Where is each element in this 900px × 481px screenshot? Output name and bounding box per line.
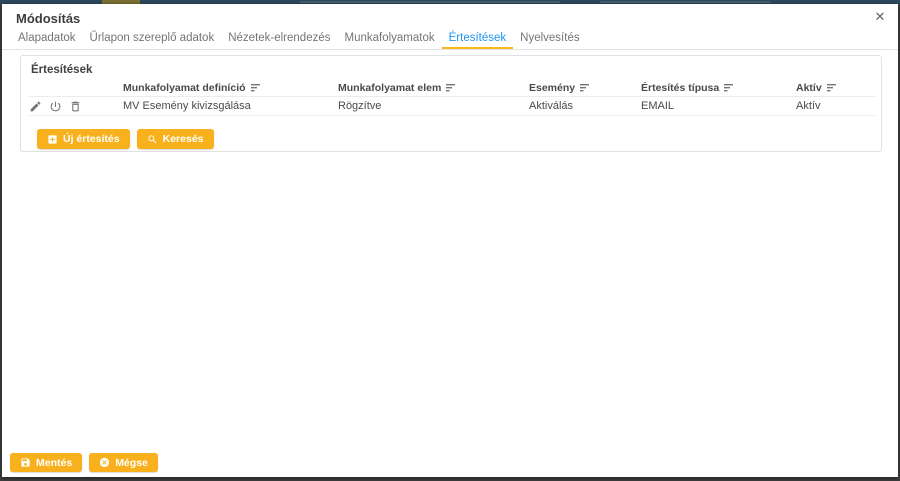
cell-ertesites-tipusa: EMAIL xyxy=(641,100,796,112)
search-button[interactable]: Keresés xyxy=(137,129,214,149)
cell-esemeny: Aktiválás xyxy=(529,100,641,112)
panel-title: Értesítések xyxy=(21,56,881,80)
circle-x-icon xyxy=(99,457,110,468)
sort-icon[interactable] xyxy=(580,84,590,92)
column-header-label: Aktív xyxy=(796,82,822,94)
column-header-aktiv: Aktív xyxy=(796,82,875,94)
cell-aktiv: Aktív xyxy=(796,100,875,112)
new-notification-label: Új értesítés xyxy=(63,133,120,145)
row-actions xyxy=(29,100,123,113)
cancel-button[interactable]: Mégse xyxy=(89,453,158,472)
new-notification-button[interactable]: Új értesítés xyxy=(37,129,130,149)
sort-icon[interactable] xyxy=(724,84,734,92)
tab-nezetek-elrendezes[interactable]: Nézetek-elrendezés xyxy=(221,28,337,49)
cell-munkafolyamat-elem: Rögzítve xyxy=(338,100,529,112)
tab-ertesitesek[interactable]: Értesítések xyxy=(442,28,514,49)
column-header-label: Munkafolyamat definíció xyxy=(123,82,246,94)
edit-pencil-icon[interactable] xyxy=(29,100,42,113)
tab-alapadatok[interactable]: Alapadatok xyxy=(11,28,83,49)
dialog-tab-bar: Alapadatok Űrlapon szereplő adatok Nézet… xyxy=(2,28,898,50)
dialog-footer-buttons: Mentés Mégse xyxy=(10,453,158,472)
column-header-label: Munkafolyamat elem xyxy=(338,82,441,94)
dialog-title: Módosítás xyxy=(16,11,80,26)
column-header-munkafolyamat-elem: Munkafolyamat elem xyxy=(338,82,529,94)
tab-munkafolyamatok[interactable]: Munkafolyamatok xyxy=(338,28,442,49)
column-header-munkafolyamat-definicio: Munkafolyamat definíció xyxy=(123,82,338,94)
table-row: MV Esemény kivizsgálása Rögzítve Aktivál… xyxy=(29,97,875,116)
column-header-ertesites-tipusa: Értesítés típusa xyxy=(641,82,796,94)
background-header-dash xyxy=(300,1,560,3)
notifications-panel: Értesítések Munkafolyamat definíció Munk… xyxy=(20,55,882,152)
cancel-button-label: Mégse xyxy=(115,457,148,469)
tab-urlapon-szereplo-adatok[interactable]: Űrlapon szereplő adatok xyxy=(83,28,222,49)
panel-button-row: Új értesítés Keresés xyxy=(37,129,875,149)
table-header-row: Munkafolyamat definíció Munkafolyamat el… xyxy=(29,80,875,97)
power-toggle-icon[interactable] xyxy=(49,100,62,113)
background-header-dash xyxy=(600,1,770,3)
magnifier-icon xyxy=(147,134,158,145)
sort-icon[interactable] xyxy=(446,84,456,92)
search-button-label: Keresés xyxy=(163,133,204,145)
sort-icon[interactable] xyxy=(827,84,837,92)
notifications-table: Munkafolyamat definíció Munkafolyamat el… xyxy=(21,80,881,149)
close-icon[interactable]: ✕ xyxy=(872,9,888,25)
column-header-label: Értesítés típusa xyxy=(641,82,719,94)
plus-box-icon xyxy=(47,134,58,145)
sort-icon[interactable] xyxy=(251,84,261,92)
column-header-esemeny: Esemény xyxy=(529,82,641,94)
floppy-disk-icon xyxy=(20,457,31,468)
modify-dialog: Módosítás ✕ Alapadatok Űrlapon szereplő … xyxy=(2,4,898,477)
tab-nyelvesites[interactable]: Nyelvesítés xyxy=(513,28,586,49)
save-button-label: Mentés xyxy=(36,457,72,469)
save-button[interactable]: Mentés xyxy=(10,453,82,472)
cell-munkafolyamat-definicio: MV Esemény kivizsgálása xyxy=(123,100,338,112)
trash-delete-icon[interactable] xyxy=(69,100,82,113)
column-header-label: Esemény xyxy=(529,82,575,94)
